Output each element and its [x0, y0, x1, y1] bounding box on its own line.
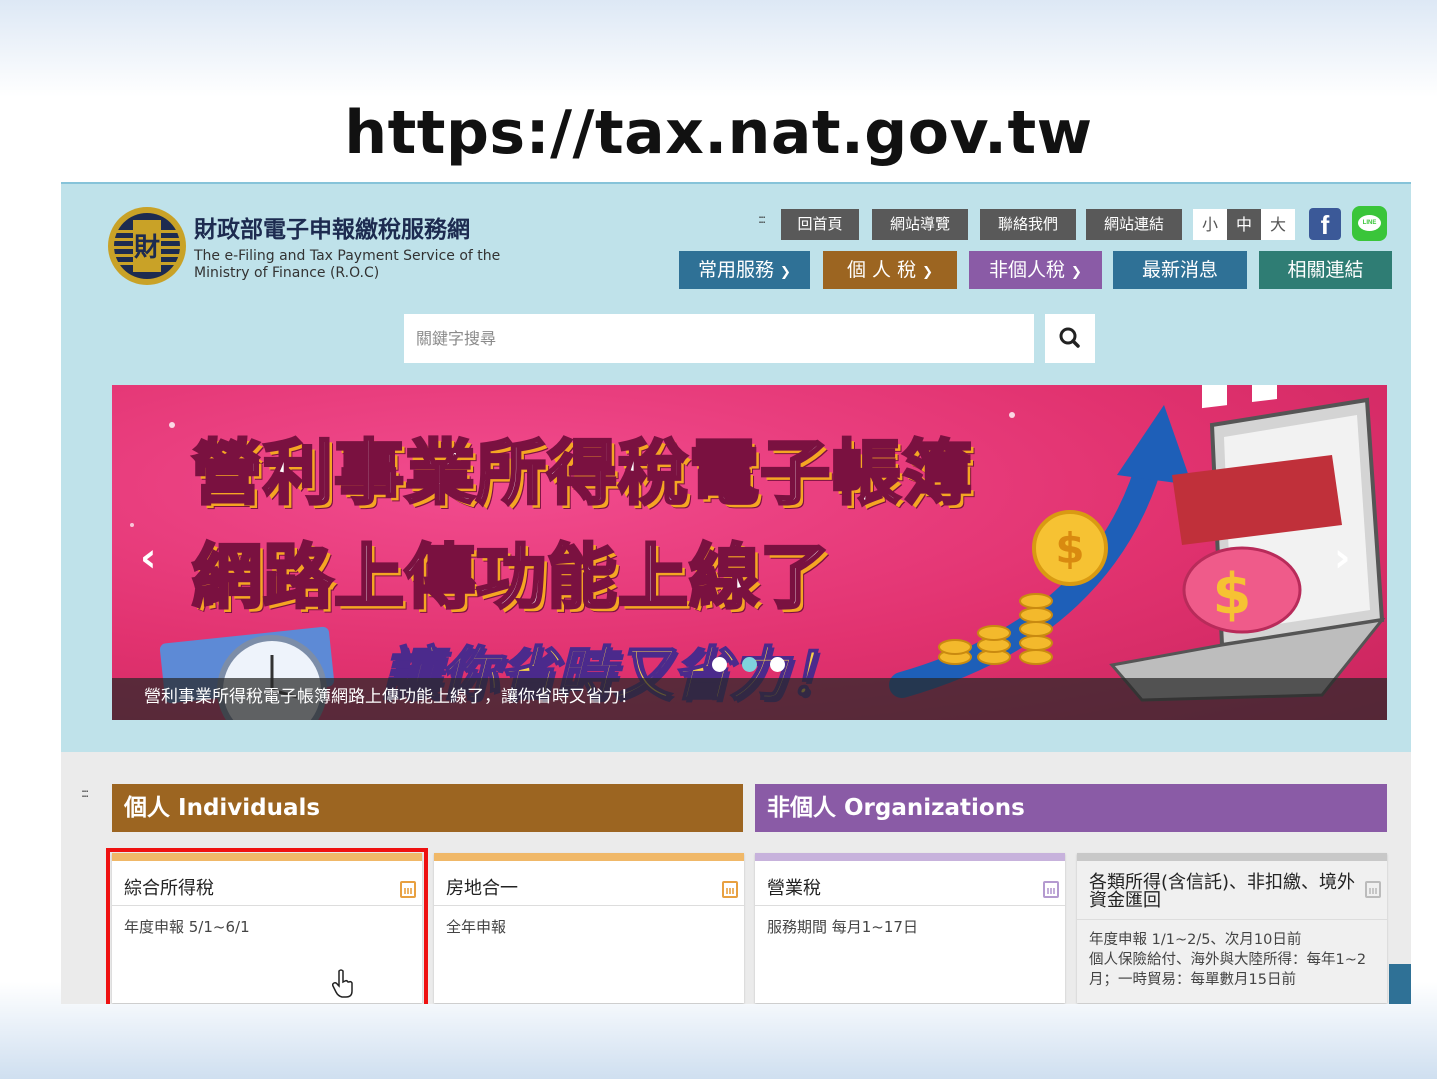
card-divider — [755, 905, 1065, 906]
search-icon — [1059, 327, 1080, 348]
section-organizations[interactable]: 非個人 Organizations — [755, 784, 1387, 832]
nav-latest-news[interactable]: 最新消息 — [1113, 251, 1247, 289]
nav-common-services[interactable]: 常用服務 ❯ — [679, 251, 810, 289]
calculator-icon[interactable] — [722, 881, 738, 898]
slide-title: https://tax.nat.gov.tw — [344, 98, 1093, 168]
svg-text:$: $ — [1213, 562, 1252, 627]
svg-text:$: $ — [1055, 524, 1084, 573]
banner-prev-arrow[interactable]: ‹ — [140, 535, 156, 581]
banner-caption: 營利事業所得稅電子帳簿網路上傳功能上線了，讓你省時又省力！ — [112, 678, 1387, 720]
banner-next-arrow[interactable]: › — [1334, 535, 1350, 581]
nav-non-individual-tax[interactable]: 非個人稅 ❯ — [969, 251, 1102, 289]
calculator-icon[interactable] — [1043, 881, 1059, 898]
highlight-box — [106, 848, 428, 1004]
banner-dot[interactable] — [712, 657, 727, 672]
banner-headline-2: 網路上傳功能上線了 — [191, 535, 832, 620]
nav-individual-tax[interactable]: 個 人 稅 ❯ — [823, 251, 957, 289]
ministry-logo: 財 — [108, 207, 186, 285]
card-title: 營業稅 — [767, 878, 821, 899]
banner-dot[interactable] — [770, 657, 785, 672]
site-name[interactable]: 財政部電子申報繳稅服務網 — [194, 210, 470, 244]
card-business-tax[interactable]: 營業稅 服務期間 每月1~17日 — [755, 853, 1065, 1003]
card-divider — [1077, 919, 1387, 920]
card-withholding-income[interactable]: 各類所得(含信託)、非扣繳、境外資金匯回 年度申報 1/1~2/5、次月10日前… — [1077, 853, 1387, 1003]
nav-label: 非個人稅 — [989, 259, 1066, 281]
search-input[interactable] — [404, 314, 1034, 363]
section-individuals[interactable]: 個人 Individuals — [112, 784, 743, 832]
hero-banner[interactable]: $ $ 營利事業所得稅電子帳簿 網路上傳功能上線了 讓你省時又省力！ ‹ › 營… — [112, 385, 1387, 720]
card-divider — [434, 905, 744, 906]
card-subtitle: 年度申報 1/1~2/5、次月10日前 個人保險給付、海外與大陸所得：每年1~2… — [1089, 932, 1367, 988]
chevron-down-icon: ❯ — [780, 265, 791, 280]
nav-label: 常用服務 — [698, 259, 775, 281]
font-small-button[interactable]: 小 — [1193, 209, 1227, 240]
search-button[interactable] — [1045, 314, 1095, 363]
accesskey-grip[interactable]: ::: — [758, 212, 766, 226]
svg-text:財: 財 — [134, 233, 160, 263]
font-large-button[interactable]: 大 — [1261, 209, 1295, 240]
card-title: 各類所得(含信託)、非扣繳、境外資金匯回 — [1089, 872, 1356, 911]
nav-label: 個 人 稅 — [847, 259, 917, 281]
line-icon-label: LINE — [1358, 215, 1381, 231]
site-subtitle: The e-Filing and Tax Payment Service of … — [194, 248, 501, 281]
site-links-link[interactable]: 網站連結 — [1086, 209, 1182, 240]
nav-related-links[interactable]: 相關連結 — [1259, 251, 1392, 289]
sitemap-link[interactable]: 網站導覽 — [872, 209, 968, 240]
home-link[interactable]: 回首頁 — [781, 209, 859, 240]
banner-headline-1: 營利事業所得稅電子帳簿 — [191, 431, 974, 516]
chevron-down-icon: ❯ — [1071, 265, 1082, 280]
contact-link[interactable]: 聯絡我們 — [980, 209, 1076, 240]
card-house-land-tax[interactable]: 房地合一 全年申報 — [434, 853, 744, 1003]
chevron-down-icon: ❯ — [922, 265, 933, 280]
browser-screenshot: 財 財政部電子申報繳稅服務網 The e-Filing and Tax Paym… — [61, 182, 1411, 1004]
card-subtitle: 服務期間 每月1~17日 — [767, 918, 918, 936]
facebook-icon[interactable]: f — [1309, 208, 1341, 240]
calculator-icon[interactable] — [1365, 881, 1381, 898]
scroll-top-button[interactable] — [1389, 964, 1411, 1004]
section-grip[interactable]: ::: — [81, 786, 89, 800]
line-icon[interactable]: LINE — [1352, 206, 1387, 241]
card-title: 房地合一 — [446, 878, 518, 899]
font-medium-button[interactable]: 中 — [1227, 209, 1261, 240]
card-subtitle: 全年申報 — [446, 918, 507, 936]
banner-dot-active[interactable] — [742, 657, 757, 672]
